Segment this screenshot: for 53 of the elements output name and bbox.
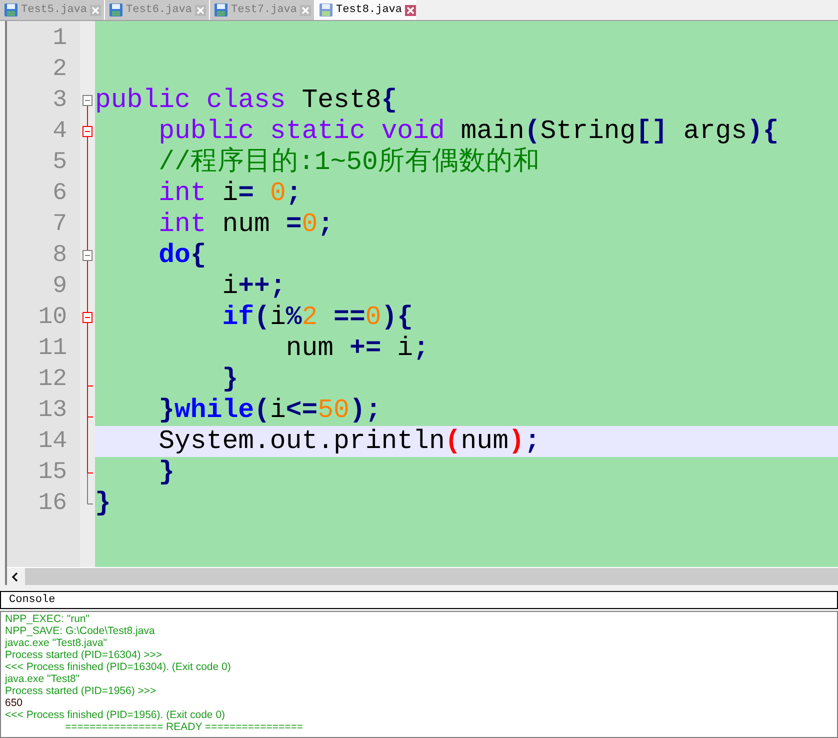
- line-number: 10: [37, 304, 68, 331]
- close-icon[interactable]: [195, 4, 206, 16]
- console-line: ================ READY ================: [64, 721, 304, 733]
- line-number: 6: [52, 180, 68, 207]
- file-tab[interactable]: Test5.java: [0, 0, 105, 20]
- code-line: }: [158, 457, 176, 488]
- code-line: do{: [158, 240, 208, 271]
- code-line: i++;: [221, 271, 287, 302]
- line-number: 12: [37, 366, 68, 393]
- line-number: 4: [52, 118, 68, 145]
- code-line: }while(i<=50);: [158, 395, 382, 426]
- line-number: 8: [52, 242, 68, 269]
- line-number: 2: [52, 56, 68, 83]
- console-line: NPP_EXEC: "run": [5, 613, 90, 625]
- fold-marker-icon[interactable]: [80, 116, 95, 147]
- console-line: <<< Process finished (PID=1956). (Exit code 0): [5, 709, 226, 721]
- console-line: 650: [5, 697, 23, 709]
- line-number: 1: [52, 25, 68, 52]
- line-number: 9: [52, 273, 68, 300]
- code-editor[interactable]: [5, 21, 838, 585]
- line-number: 3: [52, 87, 68, 114]
- code-line: }: [221, 364, 240, 395]
- line-number: 16: [37, 490, 68, 517]
- code-line: }: [95, 488, 112, 519]
- file-tab[interactable]: Test6.java: [105, 0, 210, 20]
- code-line: num += i;: [284, 333, 430, 364]
- line-number: 15: [37, 459, 68, 486]
- console-line: Process started (PID=16304) >>>: [5, 649, 162, 661]
- close-icon[interactable]: [300, 4, 312, 16]
- console-title: Console: [9, 594, 56, 606]
- code-line: int num =0;: [158, 209, 335, 240]
- close-icon[interactable]: [90, 4, 102, 16]
- code-line: public static void main(String[] args){: [158, 116, 780, 146]
- console-line: <<< Process finished (PID=16304). (Exit code 0): [5, 661, 231, 673]
- file-tab[interactable]: Test8.java: [315, 0, 416, 20]
- code-line: if(i%2 ==0){: [221, 302, 414, 333]
- console-line: NPP_SAVE: G:\Code\Test8.java: [5, 625, 155, 637]
- line-number: 13: [37, 397, 68, 424]
- line-number: 11: [37, 335, 68, 362]
- file-tab[interactable]: Test7.java: [210, 0, 315, 20]
- line-number: 7: [52, 211, 68, 238]
- console-line: javac.exe "Test8.java": [5, 637, 108, 649]
- close-icon[interactable]: [405, 4, 416, 16]
- horizontal-scrollbar[interactable]: [7, 567, 838, 585]
- code-line: int i= 0;: [158, 178, 303, 209]
- code-line: //程序目的:1~50所有偶数的和: [158, 147, 541, 178]
- line-number: 5: [52, 149, 68, 176]
- fold-marker-icon[interactable]: [80, 302, 95, 333]
- console-line: java.exe "Test8": [5, 673, 80, 685]
- console-line: Process started (PID=1956) >>>: [5, 685, 156, 697]
- line-number: 14: [37, 428, 68, 455]
- code-line: public class Test8{: [95, 85, 398, 116]
- fold-marker-icon[interactable]: [80, 240, 95, 271]
